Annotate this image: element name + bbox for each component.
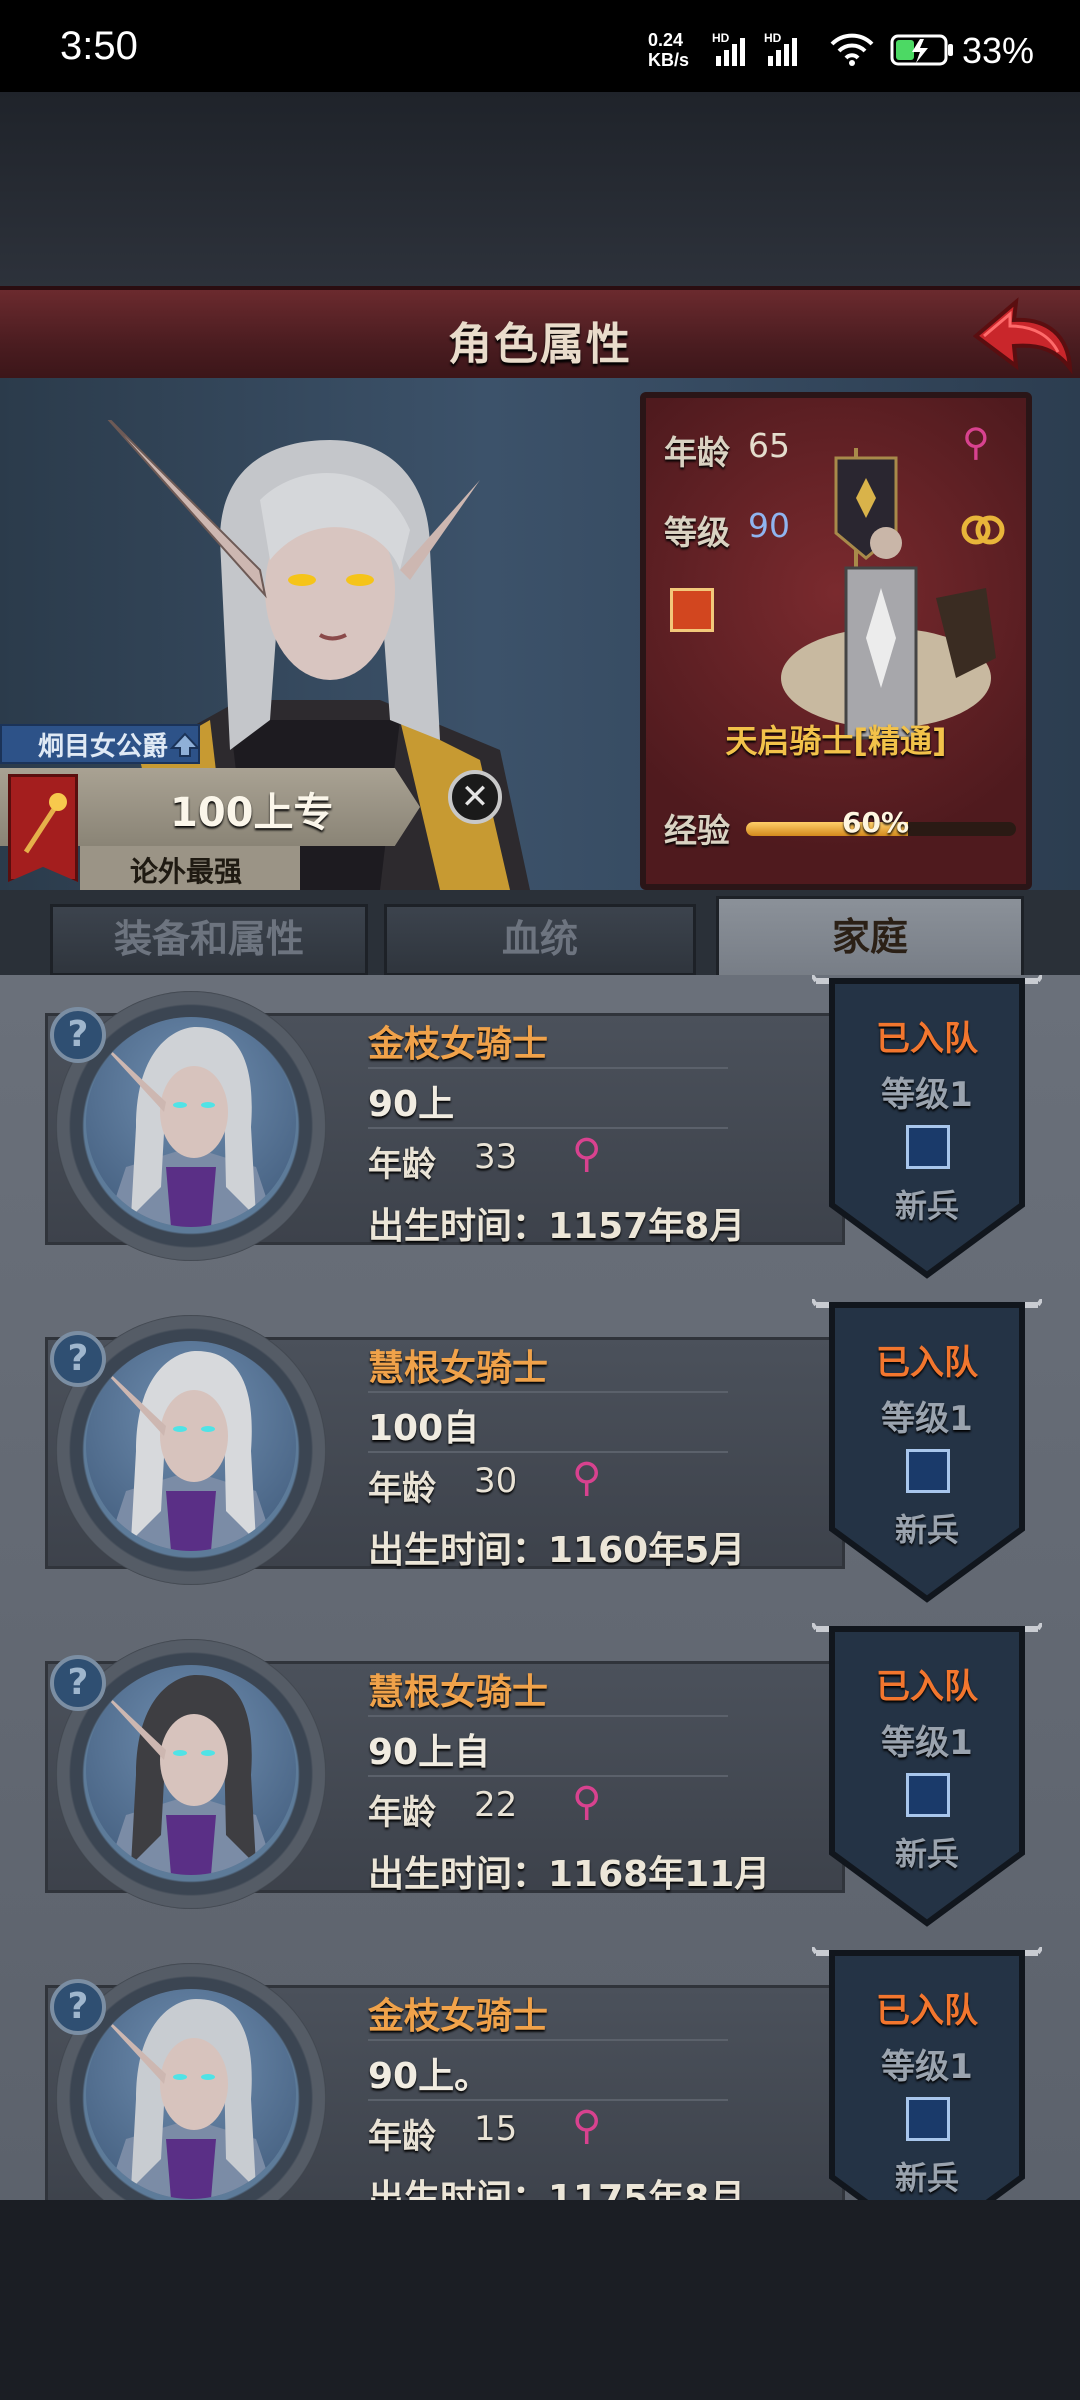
member-traits: 90上。	[368, 2056, 491, 2097]
member-age-label: 年龄	[368, 2117, 436, 2157]
member-status: 已入队	[876, 1343, 978, 1383]
top-background	[0, 92, 1080, 288]
character-subtitle: 论外最强	[130, 855, 243, 888]
page-title: 角色属性	[448, 319, 632, 370]
divider	[368, 1391, 728, 1393]
member-birth: 出生时间：1168年11月	[368, 1854, 771, 1895]
member-age-label: 年龄	[368, 1469, 436, 1509]
family-member-card[interactable]: ? 金枝女骑士 90上 年龄 33 ⚲ 出生时间：1157年8月 已入队 等级1…	[0, 975, 1080, 1295]
close-icon[interactable]: ✕	[448, 770, 502, 824]
divider	[368, 1775, 728, 1777]
female-icon: ⚲	[572, 1131, 602, 1177]
wifi-icon	[830, 33, 874, 66]
character-traits: 100上专	[170, 790, 334, 836]
member-rank: 新兵	[894, 1835, 959, 1873]
knight-unit-icon	[781, 448, 996, 740]
exp-percent: 60%	[842, 806, 910, 839]
member-rank: 新兵	[894, 1511, 959, 1549]
help-icon[interactable]: ?	[50, 1331, 106, 1387]
female-icon: ⚲	[572, 1455, 602, 1501]
member-birth: 出生时间：1160年5月	[368, 1530, 746, 1571]
member-level: 等级1	[881, 2047, 973, 2087]
sword-icon	[906, 2097, 950, 2141]
divider	[368, 1715, 728, 1717]
tab-bloodline[interactable]: 血统	[384, 904, 696, 976]
help-icon[interactable]: ?	[50, 1979, 106, 2035]
member-status: 已入队	[876, 1991, 978, 2031]
member-age-label: 年龄	[368, 1793, 436, 1833]
skill-badge-icon[interactable]	[670, 588, 714, 632]
member-age-label: 年龄	[368, 1145, 436, 1185]
promote-icon	[170, 732, 200, 757]
member-name: 慧根女骑士	[368, 1348, 549, 1389]
torch-icon	[23, 793, 67, 854]
divider	[368, 2039, 728, 2041]
family-member-card[interactable]: ? 金枝女骑士 90上。 年龄 15 ⚲ 出生时间：1175年8月 已入队 等级…	[0, 1947, 1080, 2200]
member-rank: 新兵	[894, 2159, 959, 2197]
member-portrait	[86, 1665, 296, 1875]
svg-text:HD: HD	[764, 32, 782, 45]
divider	[368, 1451, 728, 1453]
back-arrow-icon[interactable]	[970, 296, 1074, 376]
tab-equipment[interactable]: 装备和属性	[50, 904, 368, 976]
member-status: 已入队	[876, 1667, 978, 1707]
member-portrait	[86, 1017, 296, 1227]
member-birth: 出生时间：1157年8月	[368, 1206, 746, 1247]
family-list[interactable]: ? 金枝女骑士 90上 年龄 33 ⚲ 出生时间：1157年8月 已入队 等级1…	[0, 975, 1080, 2200]
help-icon[interactable]: ?	[50, 1655, 106, 1711]
member-traits: 100自	[368, 1408, 480, 1449]
character-title: 炯目女公爵	[38, 732, 169, 762]
member-age: 22	[474, 1785, 518, 1825]
divider	[368, 2099, 728, 2101]
age-label: 年龄	[664, 433, 730, 472]
status-bar: 3:50 0.24 KB/s HD HD 33%	[0, 0, 1080, 92]
svg-text:HD: HD	[712, 32, 730, 45]
title-bar: 角色属性	[0, 286, 1080, 386]
member-level: 等级1	[881, 1723, 973, 1763]
member-name: 慧根女骑士	[368, 1672, 549, 1713]
stats-panel: 年龄 65 ⚲ 等级 90 天启骑士[精通] 经验 60%	[640, 392, 1032, 890]
member-traits: 90上	[368, 1084, 455, 1125]
member-name: 金枝女骑士	[368, 1996, 549, 2037]
help-icon[interactable]: ?	[50, 1007, 106, 1063]
battery-percent: 33%	[962, 30, 1035, 71]
member-name: 金枝女骑士	[368, 1024, 549, 1065]
exp-label: 经验	[664, 811, 730, 850]
member-age: 15	[474, 2109, 518, 2149]
bottom-background	[0, 2200, 1080, 2400]
divider	[368, 1127, 728, 1129]
sword-icon	[906, 1773, 950, 1817]
status-time: 3:50	[60, 24, 138, 68]
member-age: 33	[474, 1137, 518, 1177]
member-traits: 90上自	[368, 1732, 491, 1773]
tab-bar: 装备和属性 血统 家庭	[0, 890, 1080, 980]
net-speed-unit: KB/s	[648, 50, 690, 70]
member-level: 等级1	[881, 1399, 973, 1439]
female-icon: ⚲	[572, 2103, 602, 2149]
tab-family[interactable]: 家庭	[716, 896, 1024, 980]
member-birth: 出生时间：1175年8月	[368, 2178, 746, 2200]
family-member-card[interactable]: ? 慧根女骑士 90上自 年龄 22 ⚲ 出生时间：1168年11月 已入队 等…	[0, 1623, 1080, 1943]
battery-icon	[890, 34, 953, 66]
member-rank: 新兵	[894, 1187, 959, 1225]
member-portrait	[86, 1989, 296, 2199]
member-portrait	[86, 1341, 296, 1551]
female-icon: ⚲	[572, 1779, 602, 1825]
member-status: 已入队	[876, 1019, 978, 1059]
sword-icon	[906, 1449, 950, 1493]
net-speed-value: 0.24	[648, 30, 684, 50]
network-speed: 0.24 KB/s	[648, 30, 689, 70]
character-banner: 炯目女公爵 100上专 论外最强 ✕	[0, 724, 502, 890]
member-level: 等级1	[881, 1075, 973, 1115]
member-age: 30	[474, 1461, 518, 1501]
class-name: 天启骑士[精通]	[725, 722, 947, 760]
divider	[368, 1067, 728, 1069]
sword-icon	[906, 1125, 950, 1169]
level-label: 等级	[664, 513, 730, 552]
family-member-card[interactable]: ? 慧根女骑士 100自 年龄 30 ⚲ 出生时间：1160年5月 已入队 等级…	[0, 1299, 1080, 1619]
